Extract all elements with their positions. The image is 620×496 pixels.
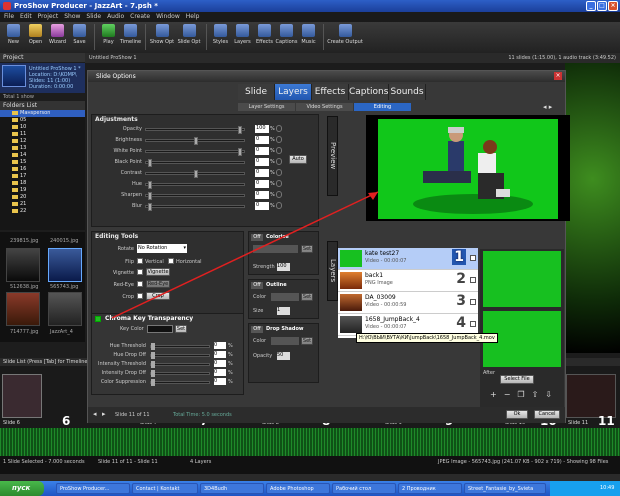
annotation-arrow (111, 191, 379, 319)
